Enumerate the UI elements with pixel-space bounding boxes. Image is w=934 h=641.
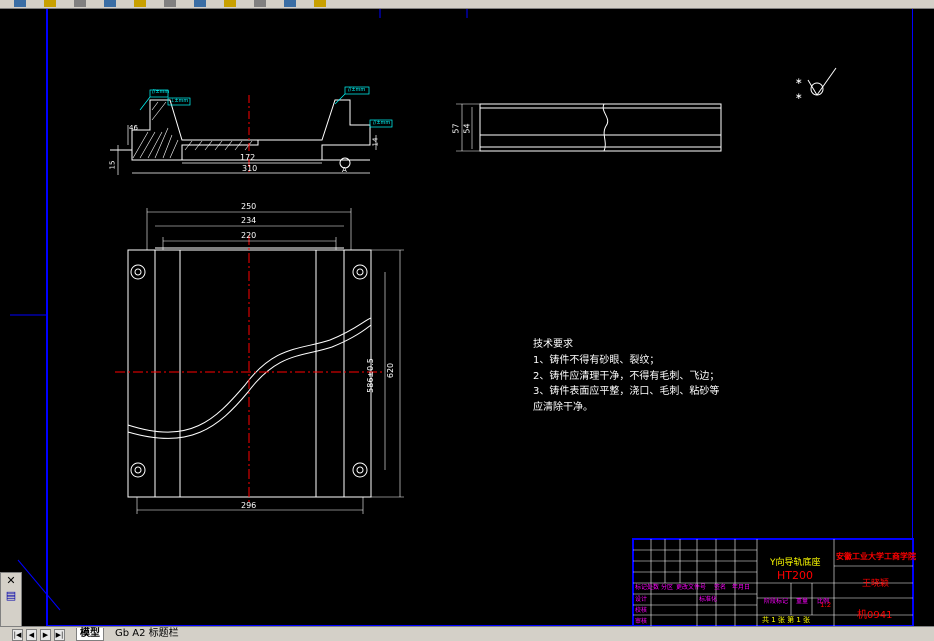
row-label-review: 审核 <box>635 618 648 625</box>
tab-model[interactable]: 模型 <box>76 628 104 641</box>
last-tab-button[interactable]: ▶| <box>54 629 65 641</box>
tech-req-line-2: 2、铸件应清理干净，不得有毛刺、飞边； <box>533 371 720 382</box>
plan-dims <box>136 208 404 514</box>
datum-label: A <box>342 166 347 174</box>
title-header-2: 分区 <box>661 584 674 591</box>
dim-15: 15 <box>108 160 117 170</box>
label-stage: 阶段标记 <box>764 598 789 605</box>
dim-296: 296 <box>241 501 257 510</box>
tech-req-title: 技术要求 <box>533 339 573 350</box>
dim-250: 250 <box>241 202 257 211</box>
layout-tab-bar: |◀ ◀ ▶ ▶| 模型 Gb A2 标题栏 <box>0 626 934 641</box>
tech-req-line-3: 3、铸件表面应平整，浇口、毛刺、粘砂等 <box>533 386 720 397</box>
callout-4: //±mm <box>373 120 391 126</box>
dim-46: 46 <box>129 124 138 132</box>
label-scale: 比例 <box>817 598 830 605</box>
material: HT200 <box>777 569 813 582</box>
callout-3: //±mm <box>348 87 366 93</box>
roughness-symbol <box>807 67 837 96</box>
row-label-check: 校核 <box>635 607 648 614</box>
title-header-5: 年月日 <box>732 584 751 591</box>
prev-tab-button[interactable]: ◀ <box>26 629 37 641</box>
dim-586: 586±0.5 <box>365 358 375 393</box>
next-tab-button[interactable]: ▶ <box>40 629 51 641</box>
properties-icon[interactable]: ▤ <box>4 590 18 602</box>
dim-54: 54 <box>462 123 472 134</box>
roughness-mark-1: ∗ <box>795 77 803 87</box>
callout-1: //±mm <box>152 89 170 95</box>
author-name: 王晓颖 <box>862 579 890 589</box>
tech-req-line-4: 应清除干净。 <box>533 402 593 413</box>
tolerance-callouts <box>139 86 393 128</box>
open-icon[interactable] <box>44 0 56 7</box>
properties-icon[interactable] <box>254 0 266 7</box>
title-header-4: 签名 <box>714 584 727 591</box>
dim-172: 172 <box>240 153 256 162</box>
section-view <box>110 99 371 161</box>
title-header-3: 更改文件号 <box>676 584 707 591</box>
first-tab-button[interactable]: |◀ <box>12 629 23 641</box>
undo-icon[interactable] <box>134 0 146 7</box>
label-weight: 重量 <box>796 598 809 605</box>
roughness-mark-2: ∗ <box>795 92 803 102</box>
print-icon[interactable] <box>104 0 116 7</box>
title-header-1: 处数 <box>647 584 660 591</box>
title-header-0: 标记 <box>635 584 648 591</box>
school-name: 安徽工业大学工商学院 <box>836 552 916 561</box>
dim-310: 310 <box>242 164 258 173</box>
close-icon[interactable]: ✕ <box>4 575 18 587</box>
dim-14: 14 <box>371 137 380 147</box>
dim-220: 220 <box>241 231 257 240</box>
redo-icon[interactable] <box>164 0 176 7</box>
zoom-icon[interactable] <box>224 0 236 7</box>
tab-gb-a2[interactable]: Gb A2 标题栏 <box>112 628 182 640</box>
dim-57: 57 <box>451 123 461 134</box>
side-view <box>456 103 722 152</box>
callout-2: ⊥±mm <box>170 98 189 104</box>
help-icon[interactable] <box>314 0 326 7</box>
layers-icon[interactable] <box>284 0 296 7</box>
sheet-info: 共 1 张 第 1 张 <box>762 616 811 624</box>
dim-620: 620 <box>386 362 396 379</box>
tech-req-line-1: 1、铸件不得有砂眼、裂纹； <box>533 355 660 366</box>
label-standardize: 标准化 <box>699 596 718 603</box>
drawing-number: 机0941 <box>857 610 893 621</box>
drawing-canvas[interactable]: 172 310 46 15 14 //±mm ⊥±mm //±mm //±mm … <box>0 9 934 626</box>
pan-icon[interactable] <box>194 0 206 7</box>
part-name: Y向导轨底座 <box>770 558 821 568</box>
section-hatch <box>132 101 253 159</box>
row-label-design: 设计 <box>635 596 648 603</box>
cad-drawing <box>10 9 934 626</box>
standard-toolbar <box>0 0 934 9</box>
save-icon[interactable] <box>74 0 86 7</box>
dim-234: 234 <box>241 216 257 225</box>
tool-palette: ✕ ▤ <box>0 572 22 628</box>
new-icon[interactable] <box>14 0 26 7</box>
